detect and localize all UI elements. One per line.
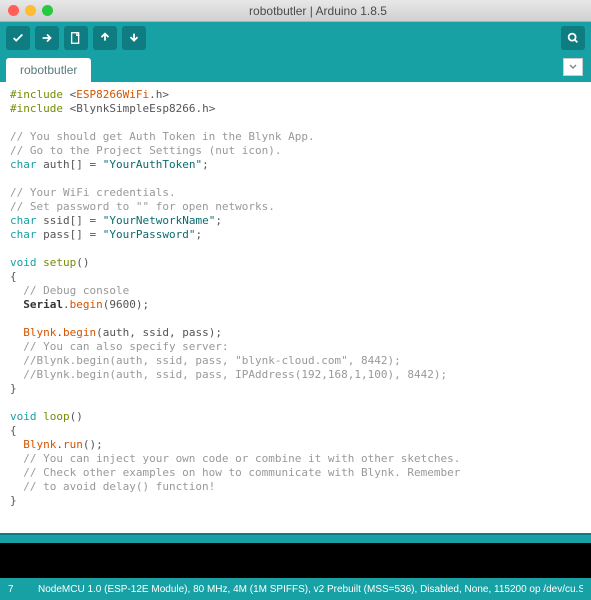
titlebar: robotbutler | Arduino 1.8.5 bbox=[0, 0, 591, 22]
console-output bbox=[0, 543, 591, 578]
upload-button[interactable] bbox=[35, 26, 59, 50]
window-title: robotbutler | Arduino 1.8.5 bbox=[53, 4, 583, 18]
serial-monitor-button[interactable] bbox=[561, 26, 585, 50]
divider bbox=[0, 533, 591, 543]
window-controls bbox=[8, 5, 53, 16]
save-button[interactable] bbox=[122, 26, 146, 50]
close-icon[interactable] bbox=[8, 5, 19, 16]
tab-bar: robotbutler bbox=[0, 54, 591, 82]
status-bar: 7 NodeMCU 1.0 (ESP-12E Module), 80 MHz, … bbox=[0, 578, 591, 600]
tab-robotbutler[interactable]: robotbutler bbox=[6, 58, 91, 82]
minimize-icon[interactable] bbox=[25, 5, 36, 16]
tab-menu-button[interactable] bbox=[563, 58, 583, 76]
zoom-icon[interactable] bbox=[42, 5, 53, 16]
open-button[interactable] bbox=[93, 26, 117, 50]
toolbar bbox=[0, 22, 591, 54]
verify-button[interactable] bbox=[6, 26, 30, 50]
board-info: NodeMCU 1.0 (ESP-12E Module), 80 MHz, 4M… bbox=[38, 584, 583, 595]
new-button[interactable] bbox=[64, 26, 88, 50]
code-editor[interactable]: #include <ESP8266WiFi.h> #include <Blynk… bbox=[0, 82, 591, 533]
line-number: 7 bbox=[8, 584, 38, 595]
